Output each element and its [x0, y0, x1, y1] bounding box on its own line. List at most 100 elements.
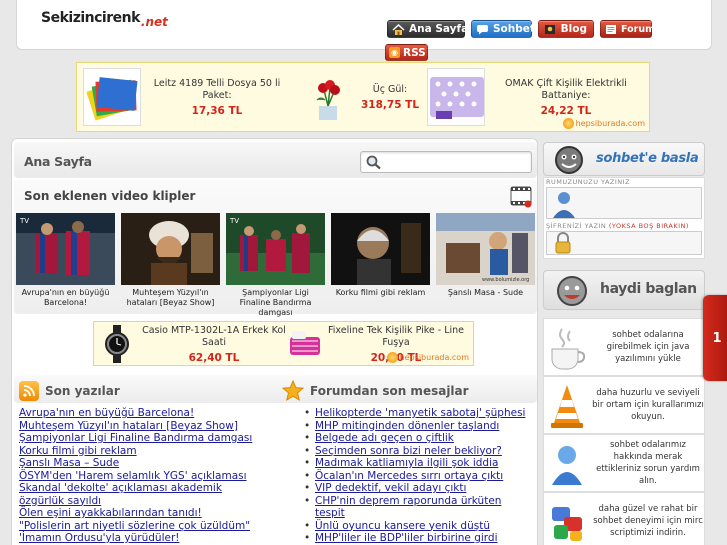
forum-messages-list: Helikopterde 'manyetik sabotaj' şüphesi …: [302, 407, 527, 545]
folder-product-image: [83, 68, 141, 126]
chat-header: sohbet'e basla: [543, 142, 705, 176]
ad-name: OMAK Çift Kişilik Elektrikli Battaniye:: [505, 77, 627, 101]
ad-item[interactable]: Üç Gül: 318,75 TL: [299, 67, 421, 127]
video-thumbnail-image: [331, 213, 430, 285]
nickname-field[interactable]: [546, 187, 702, 219]
nav-blog-label: Blog: [560, 23, 587, 35]
logo-ext: .net: [140, 15, 168, 29]
post-link[interactable]: Muhteşem Yüzyıl'ın hataları [Beyaz Show]: [19, 420, 269, 433]
hepsiburada-logo[interactable]: hepsiburada.com: [386, 352, 469, 363]
password-field[interactable]: [546, 231, 702, 255]
info-java[interactable]: sohbet odalarına girebilmek için java ya…: [543, 318, 705, 376]
blanket-product-image: [427, 68, 485, 126]
post-link[interactable]: Ölen eşini ayakkabılarından tanıdı!: [19, 507, 269, 520]
forum-link[interactable]: MHP'liler ile BDP'liler birbirine girdi: [315, 532, 498, 544]
post-link[interactable]: Şanslı Masa – Sude: [19, 457, 269, 470]
connect-smiley-icon: [557, 276, 587, 306]
info-text: daha huzurlu ve seviyeli bir ortam için …: [592, 388, 704, 422]
forum-link[interactable]: Helikopterde 'manyetik sabotaj' şüphesi: [315, 407, 525, 419]
nav-home-button[interactable]: Ana Sayfa: [387, 20, 468, 38]
login-form: RUMUZUNUZU YAZINIZ ŞİFRENİZİ YAZIN (YOKS…: [543, 177, 705, 259]
ad-name: Üç Gül:: [372, 83, 408, 95]
search-input[interactable]: [385, 154, 525, 170]
rss-button[interactable]: ◉ RSS: [385, 44, 428, 61]
search-row: Ana Sayfa: [14, 142, 537, 178]
site-logo[interactable]: Sekizincirenk .net: [41, 10, 168, 36]
mid-ad-banner: Casio MTP-1302L-1A Erkek Kol Saati 62,40…: [93, 321, 474, 366]
video-thumbnail-image: TV: [226, 213, 325, 285]
forum-link[interactable]: Öcalan'ın Mercedes sırrı ortaya çıktı: [315, 470, 503, 482]
forum-link[interactable]: VIP dedektif, vekil adayı çıktı: [315, 482, 466, 494]
nav-forum-label: Forum: [621, 23, 655, 35]
coffee-cup-icon: [548, 325, 586, 371]
nav-forum-button[interactable]: Forum: [600, 20, 655, 38]
post-link[interactable]: 'İmamın Ordusu'yla yürüdüler!: [19, 532, 269, 545]
logo-text: Sekizincirenk: [41, 10, 140, 26]
video-thumbnails: TV Avrupa'nın en büyüğü Barcelona! Muhte…: [14, 213, 537, 318]
main-panel: Ana Sayfa Son eklenen video klipler TV A…: [11, 138, 538, 545]
rss-feed-icon: [19, 381, 39, 401]
list-item: Madımak katliamıyla ilgili şok iddia: [302, 457, 527, 470]
post-link[interactable]: ÖSYM'den 'Harem selamlık YGS' açıklaması: [19, 470, 269, 483]
forum-link[interactable]: MHP mitinginden dönenler taşlandı: [315, 420, 499, 432]
roses-product-image: [299, 68, 357, 126]
nickname-label: RUMUZUNUZU YAZINIZ: [546, 178, 631, 186]
post-link[interactable]: Skandal 'dekolte' açıklaması akademik öz…: [19, 482, 269, 507]
forum-link[interactable]: CHP'nin deprem raporunda ürküten tespit: [315, 495, 501, 520]
info-rules[interactable]: daha huzurlu ve seviyeli bir ortam için …: [543, 376, 705, 434]
forum-link[interactable]: Ünlü oyuncu kansere yenik düştü: [315, 520, 490, 532]
forum-link[interactable]: Madımak katliamıyla ilgili şok iddia: [315, 457, 498, 469]
post-link[interactable]: Korku filmi gibi reklam: [19, 445, 269, 458]
nav-blog-button[interactable]: Blog: [538, 20, 594, 38]
post-link[interactable]: "Polislerin art niyetli sözlerine çok üz…: [19, 520, 269, 533]
search-icon[interactable]: [365, 154, 383, 170]
info-text: sohbet odalarına girebilmek için java ya…: [606, 330, 690, 364]
forum-title: Forumdan son mesajlar: [310, 384, 469, 398]
main-nav: Ana Sayfa Sohbet Blog Forum: [387, 20, 655, 38]
connect-button[interactable]: haydi baglan: [543, 270, 705, 310]
info-text: daha güzel ve rahat bir sohbet deneyimi …: [593, 504, 703, 538]
video-thumbnail-image: www.bolumizle.org: [436, 213, 535, 285]
videos-section: Son eklenen video klipler TV Avrupa'nın …: [14, 180, 537, 317]
video-thumb[interactable]: Korku filmi gibi reklam: [331, 213, 430, 318]
password-label-text: ŞİFRENİZİ YAZIN: [546, 222, 607, 230]
ad-item[interactable]: Leitz 4189 Telli Dosya 50 li Paket: 17,3…: [83, 67, 285, 127]
hepsiburada-logo[interactable]: hepsiburada.com: [562, 118, 645, 129]
film-icon: [509, 184, 533, 208]
list-item: Belgede adı geçen o çiftlik: [302, 432, 527, 445]
password-label: ŞİFRENİZİ YAZIN (YOKSA BOŞ BIRAKIN): [544, 222, 704, 231]
smiley-icon: [552, 144, 586, 176]
traffic-cone-icon: [548, 383, 586, 429]
video-thumb[interactable]: TV Şampiyonlar Ligi Finaline Bandırma da…: [226, 213, 325, 318]
video-thumb[interactable]: Muhteşem Yüzyıl'ın hataları [Beyaz Show]: [121, 213, 220, 318]
posts-title: Son yazılar: [45, 384, 120, 398]
video-caption: Korku filmi gibi reklam: [335, 288, 426, 297]
video-thumbnail-image: TV: [16, 213, 115, 285]
watch-product-image: [98, 325, 136, 363]
info-text: sohbet odalarımız hakkında merak ettikle…: [596, 440, 700, 486]
video-thumb[interactable]: www.bolumizle.org Şanslı Masa - Sude: [436, 213, 535, 318]
list-item: VIP dedektif, vekil adayı çıktı: [302, 482, 527, 495]
user-icon: [553, 192, 575, 218]
info-mirc[interactable]: daha güzel ve rahat bir sohbet deneyimi …: [543, 492, 705, 545]
post-link[interactable]: Şampiyonlar Ligi Finaline Bandırma damga…: [19, 432, 269, 445]
forum-link[interactable]: Belgede adı geçen o çiftlik: [315, 432, 454, 444]
search-box[interactable]: [360, 151, 532, 173]
ad-item[interactable]: Casio MTP-1302L-1A Erkek Kol Saati 62,40…: [98, 324, 288, 364]
nav-sohbet-button[interactable]: Sohbet: [471, 20, 535, 38]
post-link[interactable]: Avrupa'nın en büyüğü Barcelona!: [19, 407, 269, 420]
forum-link[interactable]: Seçimden sonra bizi neler bekliyor?: [315, 445, 502, 457]
chat-bubble-icon: [476, 23, 489, 35]
video-caption: Şampiyonlar Ligi Finaline Bandırma damga…: [239, 288, 312, 317]
info-help[interactable]: sohbet odalarımız hakkında merak ettikle…: [543, 434, 705, 492]
ad-name: Fixeline Tek Kişilik Pike - Line Fuşya: [328, 324, 464, 348]
chat-sidebar: sohbet'e basla RUMUZUNUZU YAZINIZ ŞİFREN…: [543, 142, 705, 545]
svg-text:TV: TV: [19, 217, 29, 225]
connect-label: haydi baglan: [600, 281, 697, 297]
list-item: Helikopterde 'manyetik sabotaj' şüphesi: [302, 407, 527, 420]
mirc-script-icon: [548, 499, 586, 545]
video-thumb[interactable]: TV Avrupa'nın en büyüğü Barcelona!: [16, 213, 115, 318]
side-feedback-tab[interactable]: 1: [703, 295, 727, 381]
ad-price: 24,22 TL: [540, 104, 592, 117]
top-ad-banner: Leitz 4189 Telli Dosya 50 li Paket: 17,3…: [76, 62, 650, 132]
